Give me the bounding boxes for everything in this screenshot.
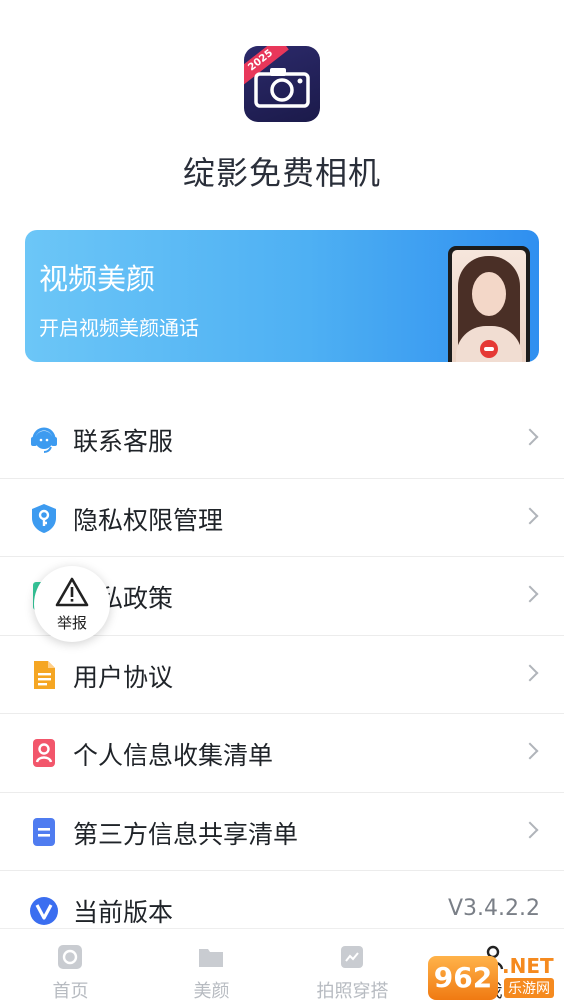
menu-item-label: 用户协议 xyxy=(73,662,174,692)
person-card-icon xyxy=(33,739,55,767)
site-watermark: 962 .NET 乐游网 xyxy=(424,950,564,1004)
tab-photo-outfit[interactable]: 拍照穿搭 xyxy=(282,929,423,1004)
menu-item-label: 第三方信息共享清单 xyxy=(73,819,299,849)
headset-icon xyxy=(31,427,57,453)
banner-subtitle: 开启视频美颜通话 xyxy=(39,316,199,340)
watermark-net: .NET xyxy=(502,954,554,978)
hangup-icon xyxy=(480,340,498,358)
chevron-right-icon xyxy=(521,507,539,524)
version-icon xyxy=(30,897,58,925)
chevron-right-icon xyxy=(521,585,539,603)
phone-screen xyxy=(452,250,526,362)
share-list-icon xyxy=(33,817,55,846)
chevron-right-icon xyxy=(521,428,539,446)
shield-key-icon xyxy=(32,503,56,533)
tab-home[interactable]: 首页 xyxy=(0,929,141,1004)
settings-menu: 联系客服 隐私权限管理 隐私政策 用户协议 个人信息收集清单 第三方信息共享清单… xyxy=(0,400,564,950)
tab-label: 首页 xyxy=(52,981,89,1002)
chevron-right-icon xyxy=(521,664,539,681)
phone-video-call-illustration xyxy=(448,246,530,362)
banner-title: 视频美颜 xyxy=(39,262,156,296)
video-beauty-banner[interactable]: 视频美颜 开启视频美颜通话 xyxy=(25,230,539,362)
warning-icon xyxy=(55,577,89,607)
image-icon xyxy=(341,946,363,968)
tab-label: 美颜 xyxy=(193,981,230,1002)
menu-item-personal-info-list[interactable]: 个人信息收集清单 xyxy=(0,714,564,793)
app-title: 绽影免费相机 xyxy=(182,154,381,192)
folder-icon xyxy=(199,949,223,967)
menu-item-customer-service[interactable]: 联系客服 xyxy=(0,400,564,479)
camera-icon xyxy=(58,945,82,969)
report-label: 举报 xyxy=(56,614,87,632)
tab-label: 拍照穿搭 xyxy=(316,981,389,1002)
menu-item-label: 当前版本 xyxy=(73,898,174,927)
watermark-number: 962 xyxy=(428,956,498,1000)
report-button[interactable]: 举报 xyxy=(34,566,110,642)
menu-item-third-party-sharing-list[interactable]: 第三方信息共享清单 xyxy=(0,793,564,871)
menu-item-user-agreement[interactable]: 用户协议 xyxy=(0,636,564,714)
tab-beauty[interactable]: 美颜 xyxy=(141,929,282,1004)
menu-item-label: 个人信息收集清单 xyxy=(73,741,274,770)
menu-item-privacy-permissions[interactable]: 隐私权限管理 xyxy=(0,479,564,557)
camera-logo-icon xyxy=(254,68,310,108)
app-header: 2025 绽影免费相机 xyxy=(0,0,564,220)
watermark-site-name: 乐游网 xyxy=(504,978,554,998)
version-value: V3.4.2.2 xyxy=(447,896,540,921)
portrait-face xyxy=(472,272,506,316)
chevron-right-icon xyxy=(521,821,539,838)
menu-item-label: 隐私权限管理 xyxy=(73,505,224,535)
app-logo: 2025 xyxy=(244,46,320,122)
agreement-icon xyxy=(34,660,55,689)
chevron-right-icon xyxy=(521,742,539,760)
menu-item-label: 联系客服 xyxy=(73,427,174,456)
